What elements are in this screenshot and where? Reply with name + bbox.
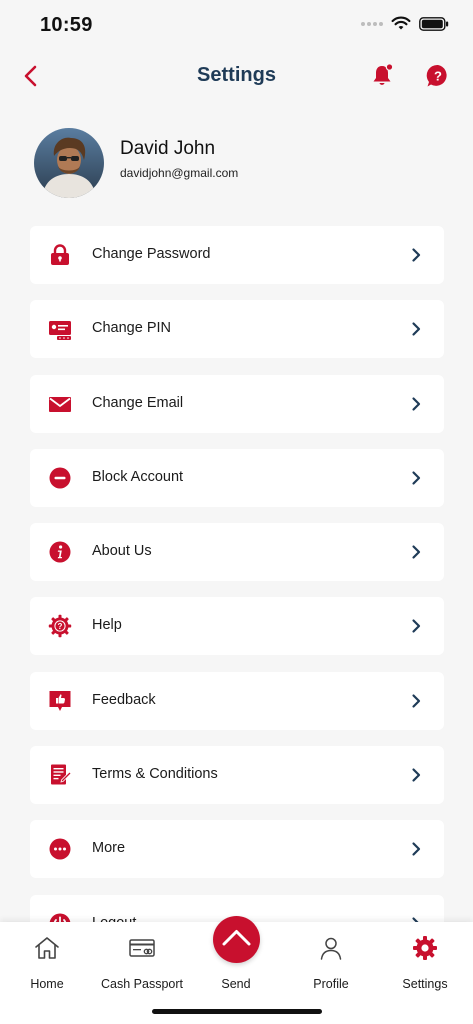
nav-profile[interactable]: Profile xyxy=(286,922,376,1002)
profile-card[interactable]: David John davidjohn@gmail.com xyxy=(34,128,454,200)
battery-icon xyxy=(419,16,449,31)
menu-item-terms[interactable]: Terms & Conditions xyxy=(30,746,444,805)
bell-icon xyxy=(373,63,394,85)
menu-label: Feedback xyxy=(92,691,156,708)
question-bubble-icon: ? xyxy=(426,64,447,87)
menu-item-about-us[interactable]: About Us xyxy=(30,523,444,582)
user-icon xyxy=(320,937,342,960)
nav-label: Home xyxy=(30,977,64,991)
menu-item-change-email[interactable]: Change Email xyxy=(30,374,444,433)
chevron-right-icon xyxy=(412,768,421,782)
nav-settings[interactable]: Settings xyxy=(380,922,470,1002)
chevron-right-icon xyxy=(412,396,421,411)
lock-icon xyxy=(51,244,69,265)
pin-card-icon xyxy=(49,321,71,341)
avatar-photo xyxy=(34,128,104,198)
menu-label: Help xyxy=(92,617,122,634)
svg-text:?: ? xyxy=(58,622,63,631)
menu-item-more[interactable]: More xyxy=(30,820,444,879)
user-name: David John xyxy=(120,138,216,159)
page-title: Settings xyxy=(197,64,276,86)
nav-label: Settings xyxy=(402,977,448,991)
chevron-right-icon xyxy=(412,619,421,634)
card-icon xyxy=(129,939,155,957)
help-button[interactable]: ? xyxy=(425,63,451,89)
chevron-up-icon xyxy=(222,930,251,946)
menu-item-help[interactable]: ? Help xyxy=(30,597,444,656)
chevron-right-icon xyxy=(412,322,421,336)
avatar xyxy=(34,128,104,198)
menu-item-change-password[interactable]: Change Password xyxy=(30,226,444,284)
svg-text:?: ? xyxy=(434,69,442,84)
menu-label: About Us xyxy=(92,543,152,560)
chevron-right-icon xyxy=(412,471,421,485)
menu-label: More xyxy=(92,840,126,857)
menu-label: Change PIN xyxy=(92,320,171,337)
menu-label: Terms & Conditions xyxy=(92,766,218,783)
nav-label: Cash Passport xyxy=(101,977,183,991)
status-indicators xyxy=(361,16,449,31)
cellular-signal-icon xyxy=(361,21,383,26)
chevron-right-icon xyxy=(412,545,421,559)
gear-icon xyxy=(413,936,437,960)
chevron-right-icon xyxy=(412,248,421,262)
status-time: 10:59 xyxy=(40,14,93,36)
menu-item-change-pin[interactable]: Change PIN xyxy=(30,300,444,359)
user-email: davidjohn@gmail.com xyxy=(120,166,239,180)
envelope-icon xyxy=(49,396,71,412)
help-gear-icon: ? xyxy=(48,615,72,638)
send-label: Send xyxy=(221,977,251,991)
wifi-icon xyxy=(391,16,411,30)
notifications-button[interactable] xyxy=(368,62,396,90)
status-bar: 10:59 xyxy=(0,0,473,50)
menu-label: Change Password xyxy=(92,246,211,262)
document-icon xyxy=(51,764,72,785)
menu-label: Block Account xyxy=(92,468,184,485)
more-icon xyxy=(49,838,71,860)
block-icon xyxy=(49,467,71,489)
nav-home[interactable]: Home xyxy=(2,922,92,1002)
nav-label: Profile xyxy=(313,977,349,991)
feedback-icon xyxy=(49,690,71,711)
home-icon xyxy=(35,937,59,959)
nav-cash-passport[interactable]: Cash Passport xyxy=(97,922,187,1002)
header: Settings ? xyxy=(0,54,473,98)
chevron-right-icon xyxy=(412,842,421,856)
menu-item-feedback[interactable]: Feedback xyxy=(30,671,444,730)
menu-item-block-account[interactable]: Block Account xyxy=(30,448,444,507)
send-button[interactable] xyxy=(213,916,260,963)
home-indicator xyxy=(152,1009,322,1014)
info-icon xyxy=(49,541,71,563)
menu-label: Change Email xyxy=(92,394,184,411)
chevron-right-icon xyxy=(412,694,421,708)
settings-menu: Change Password Change PIN Change Email xyxy=(30,226,444,969)
